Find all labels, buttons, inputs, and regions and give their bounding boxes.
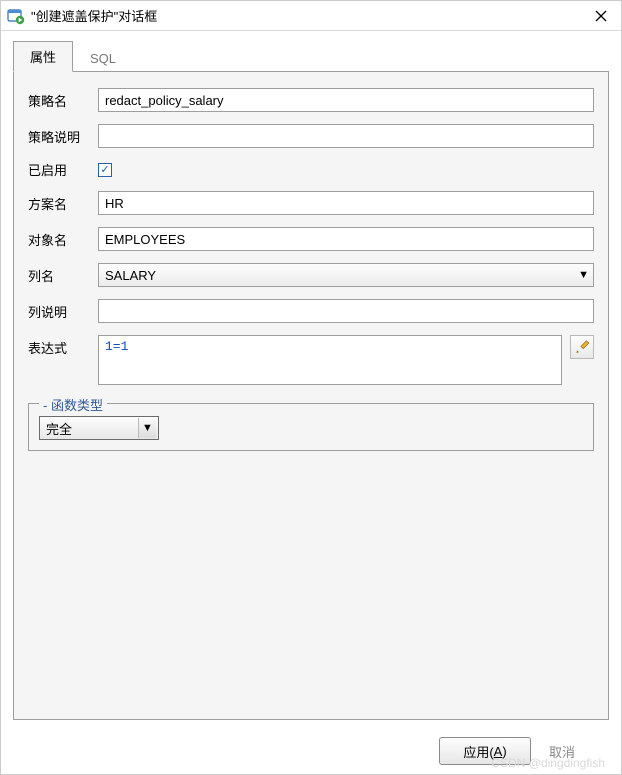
close-button[interactable] [587,4,615,28]
tab-attributes[interactable]: 属性 [13,41,73,72]
checkmark-icon: ✓ [100,163,109,176]
tab-sql[interactable]: SQL [73,45,133,72]
apply-button[interactable]: 应用(A) [439,737,531,765]
label-object: 对象名 [28,230,98,249]
dialog-body: 属性 SQL 策略名 策略说明 已启用 ✓ 方案名 HR [1,31,621,728]
input-column-desc[interactable] [98,299,594,323]
checkbox-enabled[interactable]: ✓ [98,163,112,177]
textarea-expression[interactable]: 1=1 [98,335,562,385]
chevron-down-icon: ▼ [138,418,156,438]
tabs-row: 属性 SQL [13,43,609,71]
label-enabled: 已启用 [28,160,98,179]
label-policy-desc: 策略说明 [28,127,98,146]
fieldset-function-type: - 函数类型 完全 ▼ [28,403,594,451]
label-expression: 表达式 [28,335,98,357]
button-bar: 应用(A) 取消 CSDN @dingdingfish [1,728,621,774]
dialog-title: "创建遮盖保护"对话框 [31,6,587,25]
combo-column[interactable]: SALARY ▼ [98,263,594,287]
pencil-icon [575,340,589,354]
edit-expression-button[interactable] [570,335,594,359]
combo-function-type[interactable]: 完全 ▼ [39,416,159,440]
legend-function-type: - 函数类型 [39,395,107,414]
combo-column-value: SALARY [105,268,578,283]
dialog-window: "创建遮盖保护"对话框 属性 SQL 策略名 策略说明 已启用 [0,0,622,775]
app-icon [7,7,25,25]
label-schema: 方案名 [28,194,98,213]
field-schema[interactable]: HR [98,191,594,215]
chevron-down-icon: ▼ [578,269,589,281]
combo-function-type-value: 完全 [46,419,138,438]
label-policy-name: 策略名 [28,91,98,110]
label-column-desc: 列说明 [28,302,98,321]
title-bar: "创建遮盖保护"对话框 [1,1,621,31]
label-column: 列名 [28,266,98,285]
field-object[interactable]: EMPLOYEES [98,227,594,251]
close-icon [595,10,607,22]
input-policy-name[interactable] [98,88,594,112]
input-policy-desc[interactable] [98,124,594,148]
tab-panel-attributes: 策略名 策略说明 已启用 ✓ 方案名 HR 对象名 EMPLOYEES [13,71,609,720]
cancel-button[interactable]: 取消 [549,742,609,761]
